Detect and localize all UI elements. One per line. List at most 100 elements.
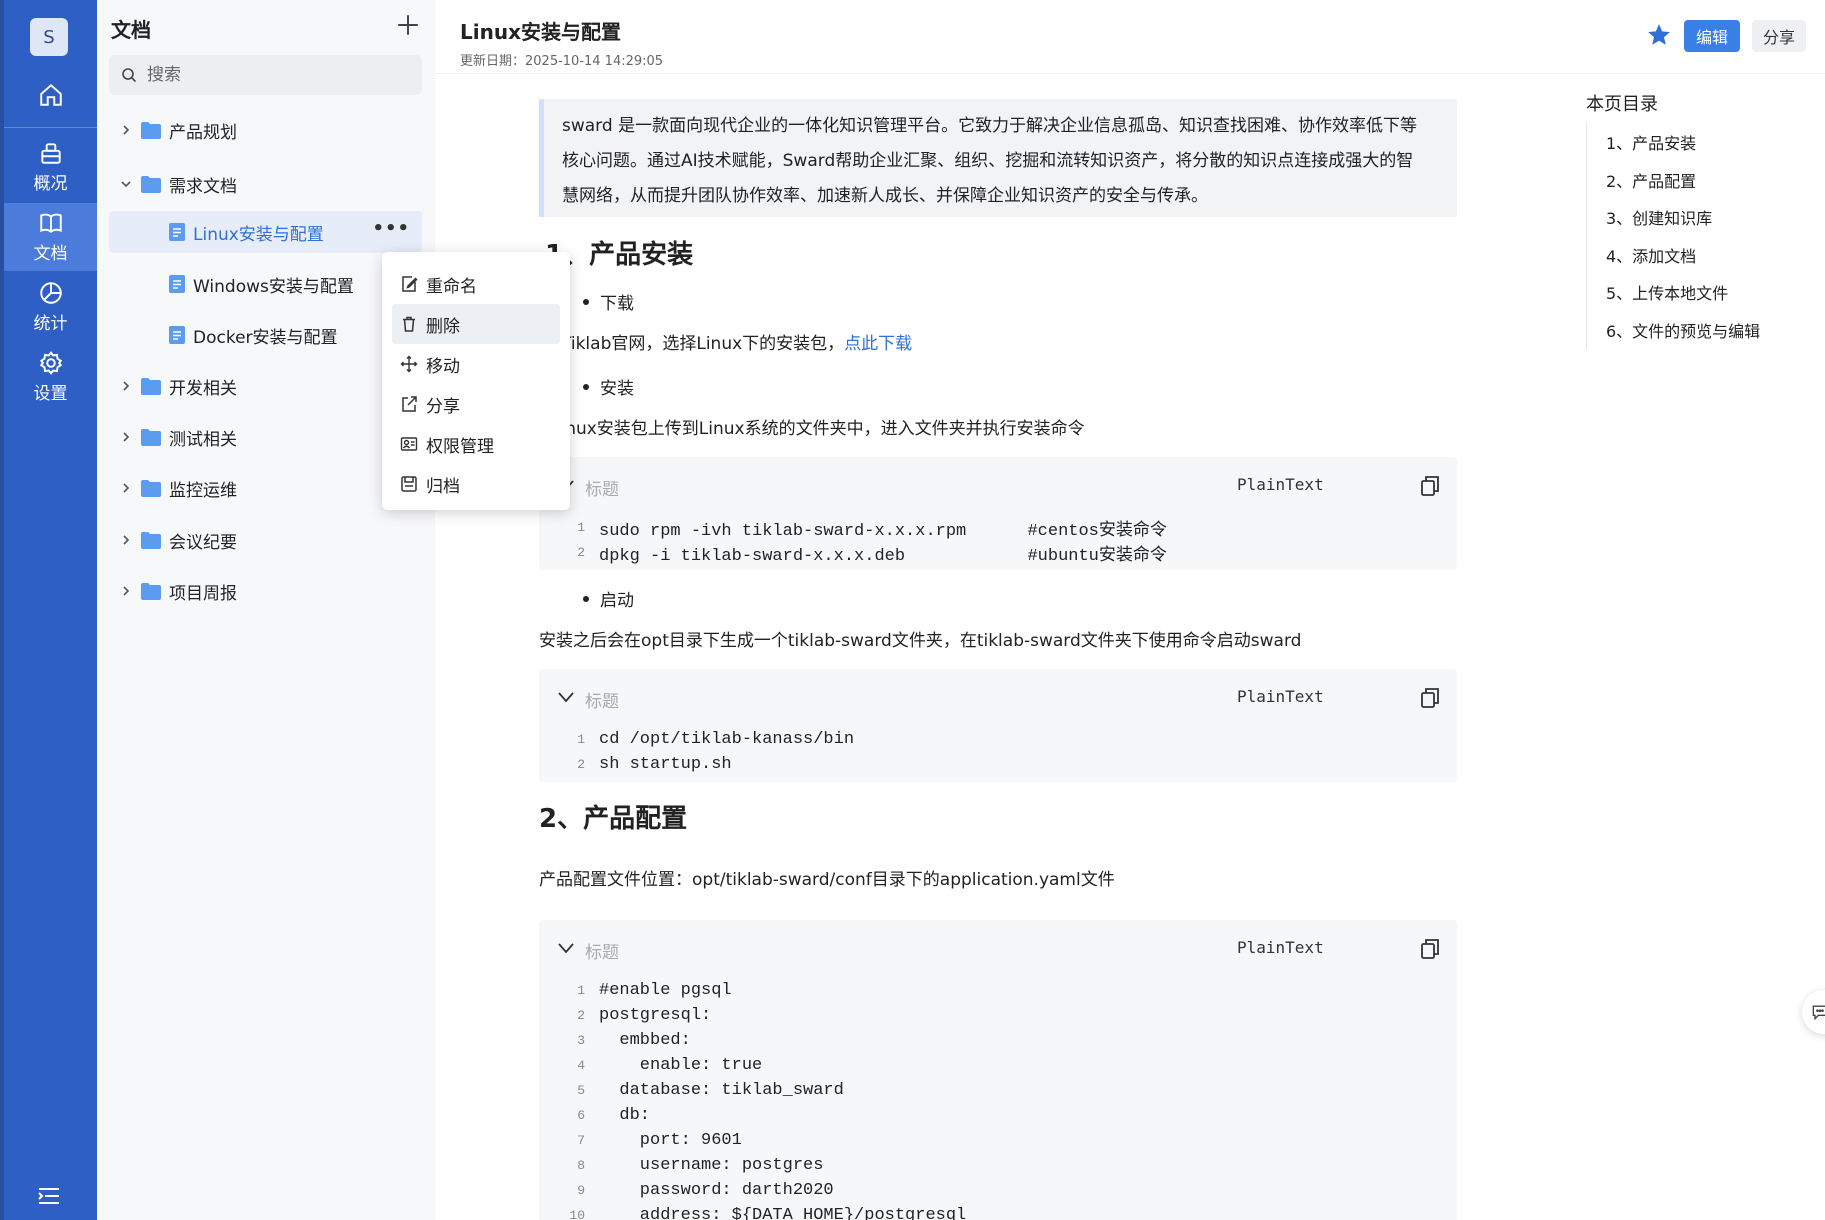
more-options-icon[interactable]: •••	[372, 220, 410, 238]
para-start: 安装之后会在opt目录下生成一个tiklab-sward文件夹，在tiklab-…	[539, 631, 1302, 651]
tree-title: 文档	[111, 18, 151, 42]
context-menu: 重命名 删除 移动 分享 权限管理 归档	[382, 252, 570, 510]
toc-item[interactable]: 5、上传本地文件	[1606, 280, 1728, 304]
menu-item-delete[interactable]: 删除	[392, 304, 560, 344]
home-button[interactable]	[4, 62, 97, 128]
menu-collapse-icon[interactable]	[35, 1184, 63, 1208]
chevron-down-icon[interactable]	[557, 691, 575, 703]
menu-item-share[interactable]: 分享	[392, 384, 560, 424]
code-text: cd /opt/tiklab-kanass/bin	[599, 730, 855, 749]
tree-folder-weekly[interactable]: 项目周报	[119, 570, 237, 612]
code-header: 标题 PlainText	[539, 457, 1457, 515]
para-install: Linux安装包上传到Linux系统的文件夹中，进入文件夹并执行安装命令	[565, 414, 1265, 440]
code-line: 6 db:	[577, 1106, 651, 1125]
tree-folder-ops[interactable]: 监控运维	[119, 467, 237, 509]
add-icon[interactable]	[395, 12, 421, 38]
nav-rail: S 概况 文档 统计 设置	[0, 0, 97, 1220]
para-text: 进Tiklab官网，选择Linux下的安装包，	[565, 334, 845, 354]
tree-folder-testing[interactable]: 测试相关	[119, 416, 237, 458]
code-language[interactable]: PlainText	[1237, 687, 1324, 706]
toc-item[interactable]: 1、产品安装	[1606, 130, 1696, 154]
copy-icon[interactable]	[1420, 475, 1440, 497]
rail-item-docs[interactable]: 文档	[4, 203, 97, 271]
code-text: username: postgres	[599, 1156, 824, 1175]
tree-folder-dev[interactable]: 开发相关	[119, 365, 237, 407]
tree-node-label: 会议纪要	[169, 532, 237, 553]
tree-doc-docker[interactable]: Docker安装与配置	[169, 314, 338, 356]
tree-node-label: Windows安装与配置	[193, 276, 354, 297]
document-icon	[169, 223, 185, 241]
tree-node-label: Docker安装与配置	[193, 327, 338, 348]
edit-button[interactable]: 编辑	[1684, 20, 1740, 52]
toc-item[interactable]: 6、文件的预览与编辑	[1606, 318, 1760, 342]
chevron-right-icon[interactable]	[119, 430, 133, 444]
menu-item-archive[interactable]: 归档	[392, 464, 560, 504]
copy-icon[interactable]	[1420, 938, 1440, 960]
code-language[interactable]: PlainText	[1237, 475, 1324, 494]
toc-item[interactable]: 4、添加文档	[1606, 243, 1696, 267]
menu-item-permissions[interactable]: 权限管理	[392, 424, 560, 464]
tree-folder-meetings[interactable]: 会议纪要	[119, 519, 237, 561]
menu-item-move[interactable]: 移动	[392, 344, 560, 384]
tree-node-label: Linux安装与配置	[193, 224, 324, 245]
more-options-icon[interactable]: ⋮	[1818, 23, 1825, 45]
code-line: 5 database: tiklab_sward	[577, 1081, 844, 1100]
code-text: #enable pgsql	[599, 981, 732, 1000]
rail-item-label: 统计	[33, 314, 68, 334]
code-title[interactable]: 标题	[585, 475, 619, 500]
code-block: 标题 PlainText 1 cd /opt/tiklab-kanass/bin …	[539, 669, 1457, 782]
search-box[interactable]	[109, 55, 422, 95]
intro-line: sward 是一款面向现代企业的一体化知识管理平台。它致力于解决企业信息孤岛、知…	[562, 116, 1418, 136]
tree-folder-requirements[interactable]: 需求文档	[119, 163, 237, 205]
chevron-right-icon[interactable]	[119, 123, 133, 137]
download-link[interactable]: 点此下载	[844, 334, 912, 354]
toc-item[interactable]: 3、创建知识库	[1606, 205, 1712, 229]
share-button[interactable]: 分享	[1752, 20, 1806, 52]
code-block: 标题 PlainText 1 sudo rpm -ivh tiklab-sward…	[539, 457, 1457, 570]
code-text: db:	[599, 1106, 651, 1125]
search-input[interactable]	[147, 65, 407, 85]
updated-date: 更新日期：2025-10-14 14:29:05	[460, 54, 664, 69]
star-icon[interactable]	[1646, 22, 1672, 48]
code-line: 8 username: postgres	[577, 1156, 824, 1175]
chevron-right-icon[interactable]	[119, 481, 133, 495]
folder-icon	[141, 428, 161, 446]
code-text: address: ${DATA_HOME}/postgresql	[599, 1206, 967, 1220]
list-item: 下载	[583, 289, 634, 314]
menu-item-rename[interactable]: 重命名	[392, 264, 560, 304]
chevron-right-icon[interactable]	[119, 379, 133, 393]
code-line: 10 address: ${DATA_HOME}/postgresql	[539, 1203, 1457, 1220]
rail-item-settings[interactable]: 设置	[4, 343, 97, 411]
menu-item-label: 移动	[426, 356, 460, 377]
code-title[interactable]: 标题	[585, 687, 619, 712]
rail-item-stats[interactable]: 统计	[4, 273, 97, 341]
folder-icon	[141, 377, 161, 395]
header-divider	[435, 73, 1825, 74]
code-header: 标题 PlainText	[539, 920, 1457, 978]
chevron-right-icon[interactable]	[119, 584, 133, 598]
code-title[interactable]: 标题	[585, 938, 619, 963]
chevron-down-icon[interactable]	[557, 942, 575, 954]
para-text: Linux安装包上传到Linux系统的文件夹中，进入文件夹并执行安装命令	[565, 419, 1085, 439]
chevron-down-icon[interactable]	[119, 177, 133, 191]
document-icon	[169, 326, 185, 344]
folder-icon	[141, 479, 161, 497]
tree-node-label: 需求文档	[169, 176, 237, 197]
code-language[interactable]: PlainText	[1237, 938, 1324, 957]
toc-item[interactable]: 2、产品配置	[1606, 168, 1696, 192]
code-line: 9 password: darth2020	[577, 1181, 834, 1200]
tree-doc-windows[interactable]: Windows安装与配置	[169, 263, 354, 305]
tree-doc-linux[interactable]: Linux安装与配置 •••	[109, 211, 422, 253]
copy-icon[interactable]	[1420, 687, 1440, 709]
chat-float-button[interactable]	[1802, 990, 1825, 1034]
tree-folder-product-planning[interactable]: 产品规划	[119, 109, 237, 151]
avatar[interactable]: S	[30, 18, 68, 56]
chevron-right-icon[interactable]	[119, 533, 133, 547]
tree-node-label: 开发相关	[169, 378, 237, 399]
tree-node-label: 监控运维	[169, 480, 237, 501]
rail-item-overview[interactable]: 概况	[4, 133, 97, 201]
move-icon	[400, 355, 418, 373]
folder-icon	[141, 531, 161, 549]
menu-item-label: 重命名	[426, 276, 477, 297]
rail-item-label: 设置	[33, 384, 68, 404]
